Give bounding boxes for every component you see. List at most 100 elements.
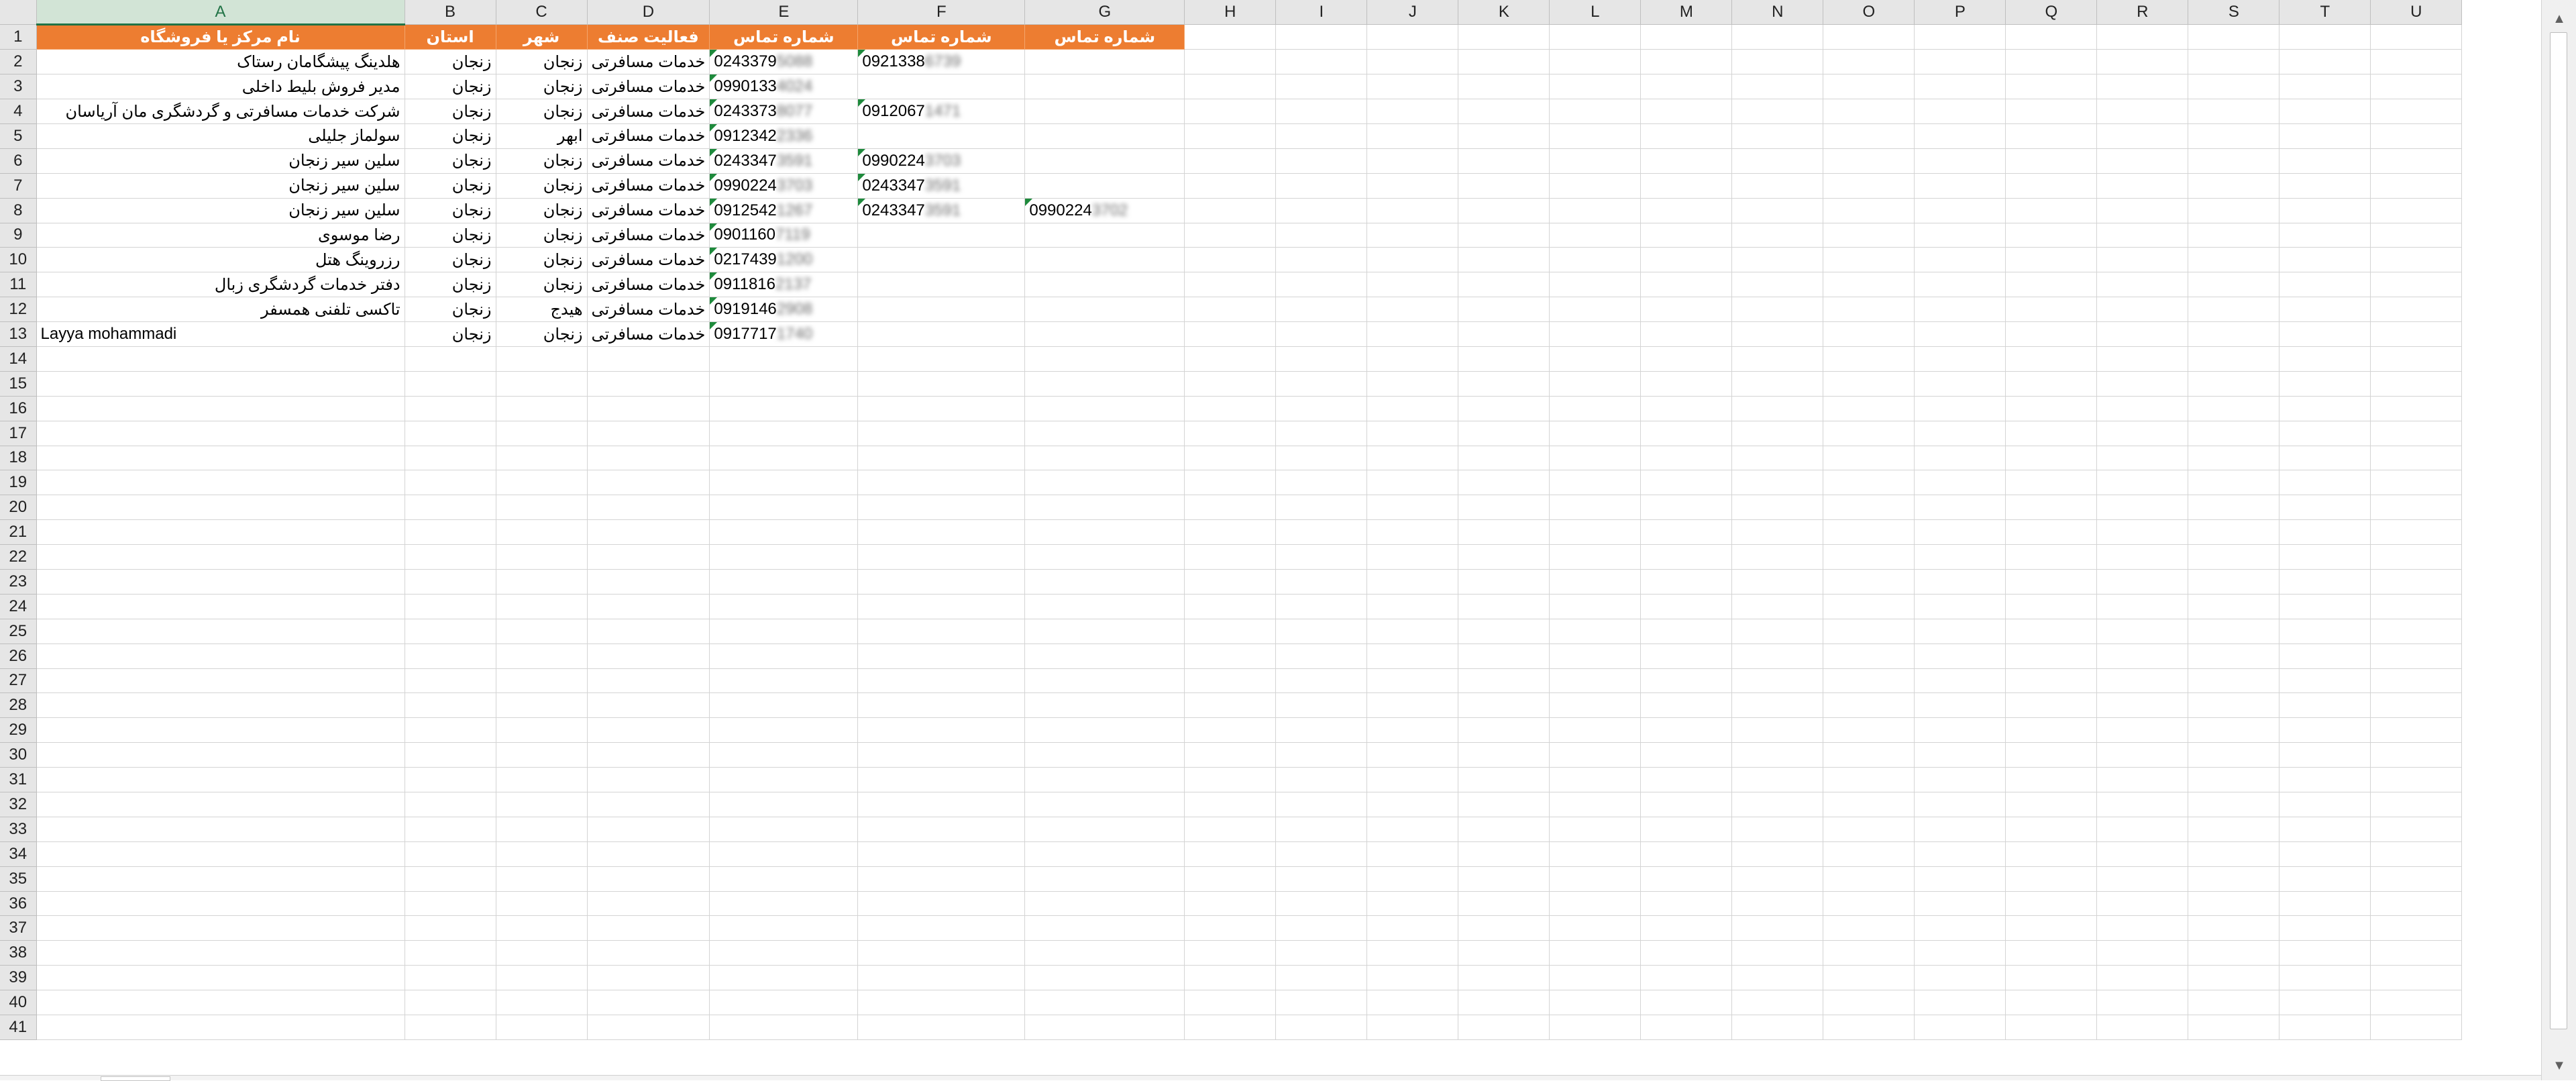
row-header[interactable]: 14 <box>0 346 37 372</box>
cell-r13[interactable] <box>2096 321 2189 347</box>
cell-o31[interactable] <box>1823 767 1915 792</box>
cell-c24[interactable] <box>496 594 588 619</box>
cell-o12[interactable] <box>1823 297 1915 323</box>
cell-s7[interactable] <box>2188 173 2280 199</box>
cell-a29[interactable] <box>36 717 405 743</box>
cell-i33[interactable] <box>1275 817 1368 842</box>
cell-q8[interactable] <box>2005 198 2098 223</box>
cell-d3[interactable]: خدمات مسافرتی <box>587 74 710 100</box>
row-header[interactable]: 24 <box>0 594 37 619</box>
cell-r27[interactable] <box>2096 668 2189 694</box>
cell-n41[interactable] <box>1731 1015 1824 1040</box>
cell-i8[interactable] <box>1275 198 1368 223</box>
cell-m29[interactable] <box>1640 717 1733 743</box>
cell-a6[interactable]: سلین سیر زنجان <box>36 148 405 174</box>
cell-t25[interactable] <box>2279 619 2371 644</box>
cell-n22[interactable] <box>1731 544 1824 570</box>
cell-r35[interactable] <box>2096 866 2189 892</box>
cell-e9[interactable]: 09011607119 <box>709 223 859 248</box>
cell-e18[interactable] <box>709 446 859 471</box>
cell-m10[interactable] <box>1640 247 1733 273</box>
cell-n21[interactable] <box>1731 519 1824 546</box>
cell-g16[interactable] <box>1024 396 1185 421</box>
cell-h34[interactable] <box>1184 841 1277 867</box>
cell-p36[interactable] <box>1914 891 2006 917</box>
cell-t23[interactable] <box>2279 569 2371 595</box>
cell-i22[interactable] <box>1275 544 1368 570</box>
cell-l41[interactable] <box>1549 1015 1642 1040</box>
cell-b20[interactable] <box>405 495 496 521</box>
row-header[interactable]: 25 <box>0 619 37 644</box>
cell-n29[interactable] <box>1731 717 1824 743</box>
row-header[interactable]: 29 <box>0 717 37 743</box>
cell-m17[interactable] <box>1640 421 1733 446</box>
cell-s4[interactable] <box>2188 99 2280 124</box>
cell-n32[interactable] <box>1731 792 1824 817</box>
spreadsheet-grid[interactable]: ABCDEFGHIJKLMNOPQRSTU 1 نام مرکز یا فروشگ… <box>0 0 2541 1080</box>
row-header[interactable]: 7 <box>0 173 37 199</box>
cell-t24[interactable] <box>2279 594 2371 619</box>
cell-u14[interactable] <box>2370 346 2463 372</box>
cell-q1[interactable] <box>2005 24 2098 50</box>
cell-f23[interactable] <box>857 569 1026 595</box>
cell-d10[interactable]: خدمات مسافرتی <box>587 247 710 273</box>
cell-f24[interactable] <box>857 594 1026 619</box>
cell-s20[interactable] <box>2188 495 2280 521</box>
cell-r31[interactable] <box>2096 767 2189 792</box>
cell-c4[interactable]: زنجان <box>496 99 588 124</box>
cell-n26[interactable] <box>1731 644 1824 669</box>
cell-j20[interactable] <box>1366 495 1459 521</box>
cell-t9[interactable] <box>2279 223 2371 248</box>
cell-i4[interactable] <box>1275 99 1368 124</box>
cell-u7[interactable] <box>2370 173 2463 199</box>
cell-g38[interactable] <box>1024 940 1185 966</box>
cell-u20[interactable] <box>2370 495 2463 521</box>
cell-p39[interactable] <box>1914 965 2006 991</box>
cell-f31[interactable] <box>857 767 1026 792</box>
cell-f34[interactable] <box>857 841 1026 867</box>
cell-j31[interactable] <box>1366 767 1459 792</box>
cell-p12[interactable] <box>1914 297 2006 323</box>
cell-u33[interactable] <box>2370 817 2463 842</box>
cell-n39[interactable] <box>1731 965 1824 991</box>
cell-l12[interactable] <box>1549 297 1642 323</box>
row-header[interactable]: 39 <box>0 965 37 991</box>
cell-c33[interactable] <box>496 817 588 842</box>
cell-o34[interactable] <box>1823 841 1915 867</box>
cell-a38[interactable] <box>36 940 405 966</box>
cell-c3[interactable]: زنجان <box>496 74 588 100</box>
cell-q7[interactable] <box>2005 173 2098 199</box>
cell-o5[interactable] <box>1823 123 1915 149</box>
cell-j37[interactable] <box>1366 915 1459 941</box>
cell-k37[interactable] <box>1458 915 1550 941</box>
cell-h30[interactable] <box>1184 742 1277 768</box>
cell-q31[interactable] <box>2005 767 2098 792</box>
cell-u30[interactable] <box>2370 742 2463 768</box>
cell-i16[interactable] <box>1275 396 1368 421</box>
cell-p20[interactable] <box>1914 495 2006 521</box>
cell-t26[interactable] <box>2279 644 2371 669</box>
cell-o33[interactable] <box>1823 817 1915 842</box>
cell-e12[interactable]: 09191462908 <box>709 297 859 323</box>
cell-k2[interactable] <box>1458 49 1550 75</box>
cell-b35[interactable] <box>405 866 496 892</box>
cell-b5[interactable]: زنجان <box>405 123 496 149</box>
cell-o22[interactable] <box>1823 544 1915 570</box>
cell-m16[interactable] <box>1640 396 1733 421</box>
cell-e5[interactable]: 09123422336 <box>709 123 859 149</box>
cell-h3[interactable] <box>1184 74 1277 100</box>
cell-l14[interactable] <box>1549 346 1642 372</box>
cell-a5[interactable]: سولماز جلیلی <box>36 123 405 149</box>
cell-u37[interactable] <box>2370 915 2463 941</box>
cell-m35[interactable] <box>1640 866 1733 892</box>
cell-p16[interactable] <box>1914 396 2006 421</box>
cell-a24[interactable] <box>36 594 405 619</box>
cell-t13[interactable] <box>2279 321 2371 347</box>
cell-r5[interactable] <box>2096 123 2189 149</box>
cell-b2[interactable]: زنجان <box>405 49 496 75</box>
cell-d9[interactable]: خدمات مسافرتی <box>587 223 710 248</box>
row-header[interactable]: 37 <box>0 915 37 941</box>
cell-d4[interactable]: خدمات مسافرتی <box>587 99 710 124</box>
row-header[interactable]: 27 <box>0 668 37 694</box>
cell-i30[interactable] <box>1275 742 1368 768</box>
